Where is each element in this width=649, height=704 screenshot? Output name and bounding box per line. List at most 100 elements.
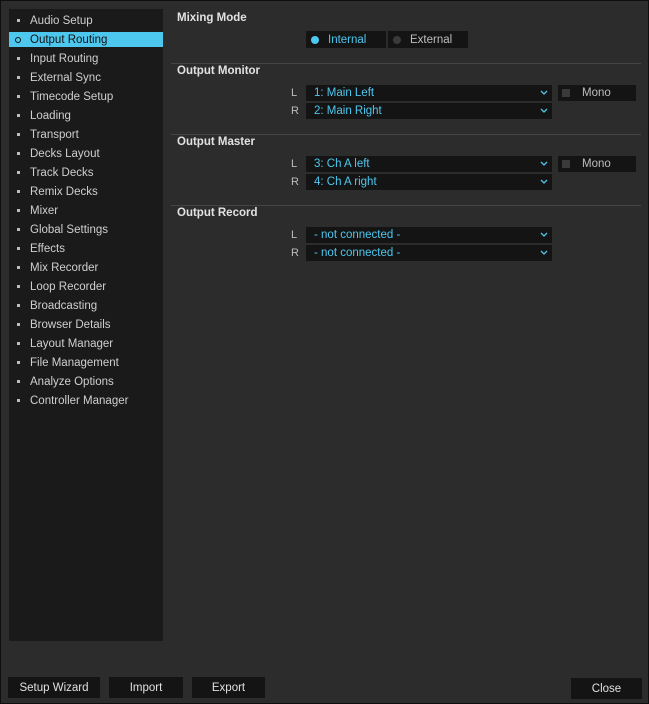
sidebar-item-browser-details[interactable]: Browser Details <box>9 317 163 332</box>
channel-right-label: R <box>291 105 299 117</box>
output-master-left-dropdown[interactable]: 3: Ch A left <box>306 156 552 172</box>
sidebar-item-label: Controller Manager <box>30 394 129 407</box>
sidebar-item-external-sync[interactable]: External Sync <box>9 70 163 85</box>
bullet-icon <box>17 285 20 288</box>
channel-left-label: L <box>291 158 298 170</box>
radio-label: Internal <box>328 33 367 46</box>
bullet-icon <box>17 399 20 402</box>
sidebar-item-mixer[interactable]: Mixer <box>9 203 163 218</box>
bullet-icon <box>17 114 20 117</box>
sidebar-item-label: External Sync <box>30 71 101 84</box>
sidebar-item-label: Audio Setup <box>30 14 93 27</box>
sidebar-item-label: Broadcasting <box>30 299 98 312</box>
section-divider <box>171 63 641 64</box>
radio-label: External <box>410 33 453 46</box>
bullet-icon <box>17 76 20 79</box>
sidebar-item-label: Layout Manager <box>30 337 114 350</box>
bullet-icon <box>17 247 20 250</box>
radio-selected-icon <box>311 35 319 44</box>
output-master-right-dropdown[interactable]: 4: Ch A right <box>306 174 552 190</box>
dropdown-value: 3: Ch A left <box>314 158 370 170</box>
output-monitor-title: Output Monitor <box>177 65 261 77</box>
selected-bullet-icon <box>15 36 21 43</box>
mixing-mode-external-radio[interactable]: External <box>386 31 468 48</box>
output-monitor-left-dropdown[interactable]: 1: Main Left <box>306 85 552 101</box>
bullet-icon <box>17 323 20 326</box>
sidebar-item-controller-manager[interactable]: Controller Manager <box>9 393 163 408</box>
close-button[interactable]: Close <box>571 678 642 699</box>
setup-wizard-button[interactable]: Setup Wizard <box>8 677 100 698</box>
channel-left-label: L <box>291 87 298 99</box>
preferences-window: Audio Setup Output Routing Input Routing… <box>0 0 649 704</box>
bullet-icon <box>17 57 20 60</box>
sidebar-item-loading[interactable]: Loading <box>9 108 163 123</box>
sidebar-item-label: Timecode Setup <box>30 90 114 103</box>
sidebar-item-label: Loop Recorder <box>30 280 107 293</box>
section-divider <box>171 134 641 135</box>
export-button[interactable]: Export <box>192 677 265 698</box>
sidebar-item-decks-layout[interactable]: Decks Layout <box>9 146 163 161</box>
sidebar-item-audio-setup[interactable]: Audio Setup <box>9 13 163 28</box>
bullet-icon <box>17 304 20 307</box>
sidebar-item-timecode-setup[interactable]: Timecode Setup <box>9 89 163 104</box>
dropdown-value: - not connected - <box>314 229 401 241</box>
sidebar-item-label: Output Routing <box>30 33 108 46</box>
sidebar-item-output-routing[interactable]: Output Routing <box>9 32 163 47</box>
sidebar-item-label: Transport <box>30 128 79 141</box>
sidebar-item-effects[interactable]: Effects <box>9 241 163 256</box>
sidebar-item-label: Remix Decks <box>30 185 98 198</box>
sidebar-item-analyze-options[interactable]: Analyze Options <box>9 374 163 389</box>
output-record-right-dropdown[interactable]: - not connected - <box>306 245 552 261</box>
sidebar-item-global-settings[interactable]: Global Settings <box>9 222 163 237</box>
mixing-mode-radio-group: Internal External <box>306 31 468 48</box>
output-monitor-mono-checkbox[interactable]: Mono <box>558 85 636 101</box>
section-divider <box>171 205 641 206</box>
sidebar-item-loop-recorder[interactable]: Loop Recorder <box>9 279 163 294</box>
bullet-icon <box>17 152 20 155</box>
channel-left-label: L <box>291 229 298 241</box>
sidebar-item-track-decks[interactable]: Track Decks <box>9 165 163 180</box>
sidebar-item-remix-decks[interactable]: Remix Decks <box>9 184 163 199</box>
sidebar-item-layout-manager[interactable]: Layout Manager <box>9 336 163 351</box>
output-master-mono-checkbox[interactable]: Mono <box>558 156 636 172</box>
bullet-icon <box>17 342 20 345</box>
sidebar-item-label: Track Decks <box>30 166 94 179</box>
bullet-icon <box>17 19 20 22</box>
bullet-icon <box>17 209 20 212</box>
channel-right-label: R <box>291 247 299 259</box>
bullet-icon <box>17 266 20 269</box>
sidebar-item-label: Browser Details <box>30 318 111 331</box>
radio-unselected-icon <box>393 35 401 44</box>
dropdown-value: 2: Main Right <box>314 105 382 117</box>
output-monitor-right-dropdown[interactable]: 2: Main Right <box>306 103 552 119</box>
chevron-down-icon <box>540 232 548 237</box>
bullet-icon <box>17 380 20 383</box>
sidebar-item-label: Effects <box>30 242 65 255</box>
dropdown-value: 4: Ch A right <box>314 176 377 188</box>
checkbox-icon <box>562 89 570 97</box>
bullet-icon <box>17 171 20 174</box>
bullet-icon <box>17 95 20 98</box>
chevron-down-icon <box>540 179 548 184</box>
sidebar-item-mix-recorder[interactable]: Mix Recorder <box>9 260 163 275</box>
dropdown-value: - not connected - <box>314 247 401 259</box>
chevron-down-icon <box>540 90 548 95</box>
sidebar-item-label: Input Routing <box>30 52 99 65</box>
sidebar-item-label: Loading <box>30 109 71 122</box>
channel-right-label: R <box>291 176 299 188</box>
bullet-icon <box>17 228 20 231</box>
sidebar-item-broadcasting[interactable]: Broadcasting <box>9 298 163 313</box>
sidebar-item-input-routing[interactable]: Input Routing <box>9 51 163 66</box>
chevron-down-icon <box>540 161 548 166</box>
chevron-down-icon <box>540 250 548 255</box>
sidebar-item-label: Global Settings <box>30 223 108 236</box>
output-record-left-dropdown[interactable]: - not connected - <box>306 227 552 243</box>
sidebar-item-file-management[interactable]: File Management <box>9 355 163 370</box>
bullet-icon <box>17 133 20 136</box>
sidebar: Audio Setup Output Routing Input Routing… <box>9 9 163 641</box>
import-button[interactable]: Import <box>109 677 183 698</box>
mixing-mode-internal-radio[interactable]: Internal <box>306 31 386 48</box>
mono-label: Mono <box>582 87 611 99</box>
sidebar-item-transport[interactable]: Transport <box>9 127 163 142</box>
bullet-icon <box>17 361 20 364</box>
